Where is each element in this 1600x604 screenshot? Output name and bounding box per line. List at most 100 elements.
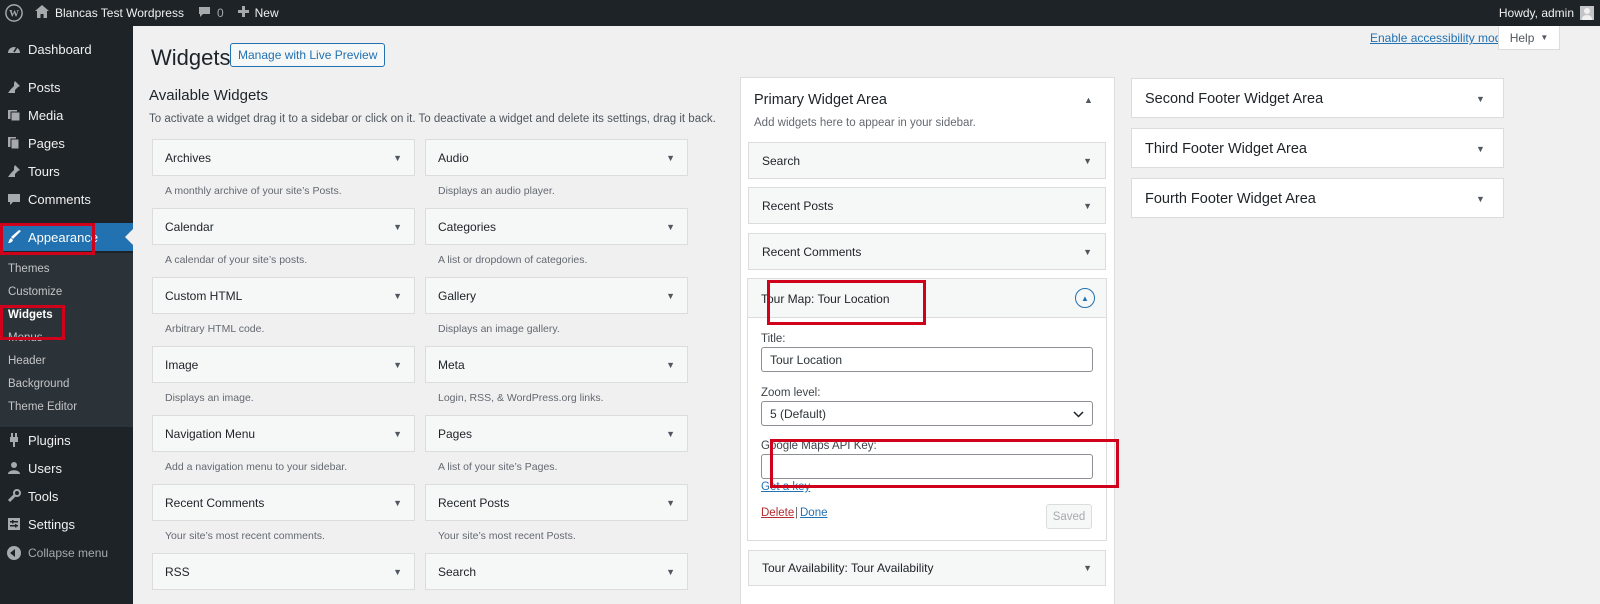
chevron-down-icon[interactable]: ▼	[666, 498, 675, 508]
chevron-down-icon[interactable]: ▼	[1083, 156, 1092, 166]
widget-area-title: Third Footer Widget Area	[1145, 141, 1307, 157]
widget-custom-html[interactable]: Custom HTML ▼	[152, 277, 415, 314]
sidebar-item-appearance[interactable]: Appearance	[0, 223, 133, 251]
appearance-submenu: Themes Customize Widgets Menus Header Ba…	[0, 253, 133, 427]
chevron-up-icon[interactable]: ▲	[1084, 95, 1093, 105]
fourth-footer-widget-area[interactable]: Fourth Footer Widget Area ▼	[1131, 178, 1504, 218]
chevron-down-icon[interactable]: ▼	[666, 429, 675, 439]
zoom-level-label: Zoom level:	[761, 387, 821, 399]
get-key-link[interactable]: Get a key	[761, 481, 810, 493]
chevron-down-icon[interactable]: ▼	[666, 360, 675, 370]
widget-area-title: Second Footer Widget Area	[1145, 91, 1324, 107]
submenu-item-customize[interactable]: Customize	[8, 286, 62, 298]
done-link[interactable]: Done	[800, 507, 828, 519]
widget-description: Your site’s most recent comments.	[165, 530, 325, 542]
primary-widget-recent-comments[interactable]: Recent Comments ▼	[748, 233, 1106, 270]
account-menu[interactable]: Howdy, admin	[1499, 0, 1600, 26]
chevron-down-icon[interactable]: ▼	[393, 291, 402, 301]
chevron-down-icon[interactable]: ▼	[1083, 201, 1092, 211]
chevron-down-icon[interactable]: ▼	[1476, 194, 1485, 204]
widget-recent-posts[interactable]: Recent Posts ▼	[425, 484, 688, 521]
widget-gallery[interactable]: Gallery ▼	[425, 277, 688, 314]
avatar	[1580, 6, 1594, 20]
widget-description: Your site’s most recent Posts.	[438, 530, 576, 542]
chevron-down-icon[interactable]: ▼	[393, 567, 402, 577]
widget-pages[interactable]: Pages ▼	[425, 415, 688, 452]
home-icon	[35, 5, 49, 21]
widget-title: Recent Posts	[762, 198, 834, 213]
chevron-down-icon[interactable]: ▼	[1083, 563, 1092, 573]
second-footer-widget-area[interactable]: Second Footer Widget Area ▼	[1131, 78, 1504, 118]
manage-live-preview-button[interactable]: Manage with Live Preview	[230, 43, 386, 67]
sidebar-item-pages[interactable]: Pages	[0, 129, 133, 157]
saved-button[interactable]: Saved	[1046, 504, 1092, 529]
chevron-down-icon[interactable]: ▼	[393, 153, 402, 163]
sidebar-item-comments[interactable]: Comments	[0, 185, 133, 213]
widget-title: Recent Posts	[438, 495, 510, 510]
submenu-item-header[interactable]: Header	[8, 355, 46, 367]
primary-widget-tour-availability[interactable]: Tour Availability: Tour Availability ▼	[748, 550, 1106, 586]
primary-widget-area-title: Primary Widget Area	[754, 92, 887, 108]
chevron-up-icon[interactable]: ▲	[1075, 288, 1095, 308]
widget-calendar[interactable]: Calendar ▼	[152, 208, 415, 245]
tour-map-widget-header[interactable]: Tour Map: Tour Location ▲	[748, 279, 1106, 318]
chevron-down-icon[interactable]: ▼	[666, 222, 675, 232]
title-field[interactable]: Tour Location	[761, 347, 1093, 372]
widget-title: RSS	[165, 564, 190, 579]
sidebar-item-media[interactable]: Media	[0, 101, 133, 129]
chevron-down-icon[interactable]: ▼	[1083, 247, 1092, 257]
chevron-down-icon[interactable]: ▼	[666, 153, 675, 163]
chevron-down-icon[interactable]: ▼	[393, 222, 402, 232]
widget-image[interactable]: Image ▼	[152, 346, 415, 383]
primary-widget-search[interactable]: Search ▼	[748, 142, 1106, 179]
widget-rss[interactable]: RSS ▼	[152, 553, 415, 590]
chevron-down-icon[interactable]: ▼	[393, 360, 402, 370]
main-content: Widgets Manage with Live Preview Enable …	[133, 26, 1600, 604]
sidebar-item-tools[interactable]: Tools	[0, 482, 133, 510]
submenu-item-themes[interactable]: Themes	[8, 263, 50, 275]
chevron-down-icon[interactable]: ▼	[666, 291, 675, 301]
api-key-field[interactable]	[761, 454, 1093, 479]
widget-categories[interactable]: Categories ▼	[425, 208, 688, 245]
widget-archives[interactable]: Archives ▼	[152, 139, 415, 176]
site-name-link[interactable]: Blancas Test Wordpress	[28, 0, 191, 26]
widget-meta[interactable]: Meta ▼	[425, 346, 688, 383]
chevron-down-icon[interactable]: ▼	[393, 429, 402, 439]
widget-title: Meta	[438, 357, 465, 372]
new-content-link[interactable]: New	[231, 0, 286, 26]
sidebar-item-posts[interactable]: Posts	[0, 73, 133, 101]
chevron-down-icon[interactable]: ▼	[393, 498, 402, 508]
widget-search[interactable]: Search ▼	[425, 553, 688, 590]
zoom-level-select[interactable]: 5 (Default)	[761, 401, 1093, 426]
submenu-item-widgets[interactable]: Widgets	[8, 309, 53, 321]
widget-navigation-menu[interactable]: Navigation Menu ▼	[152, 415, 415, 452]
collapse-menu-button[interactable]: Collapse menu	[0, 539, 133, 567]
delete-link[interactable]: Delete	[761, 507, 794, 519]
primary-widget-area-description: Add widgets here to appear in your sideb…	[754, 117, 976, 129]
submenu-item-menus[interactable]: Menus	[8, 332, 43, 344]
pages-icon	[0, 136, 28, 150]
chevron-down-icon[interactable]: ▼	[1476, 144, 1485, 154]
widget-description: Add a navigation menu to your sidebar.	[165, 461, 348, 473]
sidebar-item-dashboard[interactable]: Dashboard	[0, 35, 133, 63]
chevron-down-icon[interactable]: ▼	[666, 567, 675, 577]
link-separator: |	[795, 507, 798, 519]
widget-audio[interactable]: Audio ▼	[425, 139, 688, 176]
sidebar-item-tours[interactable]: Tours	[0, 157, 133, 185]
sidebar-item-users[interactable]: Users	[0, 454, 133, 482]
chevron-down-icon[interactable]: ▼	[1476, 94, 1485, 104]
sidebar-item-settings[interactable]: Settings	[0, 510, 133, 538]
title-field-label: Title:	[761, 333, 786, 345]
wordpress-logo-icon[interactable]: W	[0, 0, 28, 26]
widget-area-title: Fourth Footer Widget Area	[1145, 191, 1316, 207]
primary-widget-recent-posts[interactable]: Recent Posts ▼	[748, 187, 1106, 224]
sidebar-item-plugins[interactable]: Plugins	[0, 426, 133, 454]
help-tab-button[interactable]: Help ▼	[1498, 26, 1560, 50]
submenu-item-theme-editor[interactable]: Theme Editor	[8, 401, 77, 413]
widget-recent-comments[interactable]: Recent Comments ▼	[152, 484, 415, 521]
third-footer-widget-area[interactable]: Third Footer Widget Area ▼	[1131, 128, 1504, 168]
enable-accessibility-link[interactable]: Enable accessibility mode	[1370, 31, 1508, 45]
appearance-icon	[0, 230, 28, 244]
comments-link[interactable]: 0	[191, 0, 231, 26]
submenu-item-background[interactable]: Background	[8, 378, 69, 390]
